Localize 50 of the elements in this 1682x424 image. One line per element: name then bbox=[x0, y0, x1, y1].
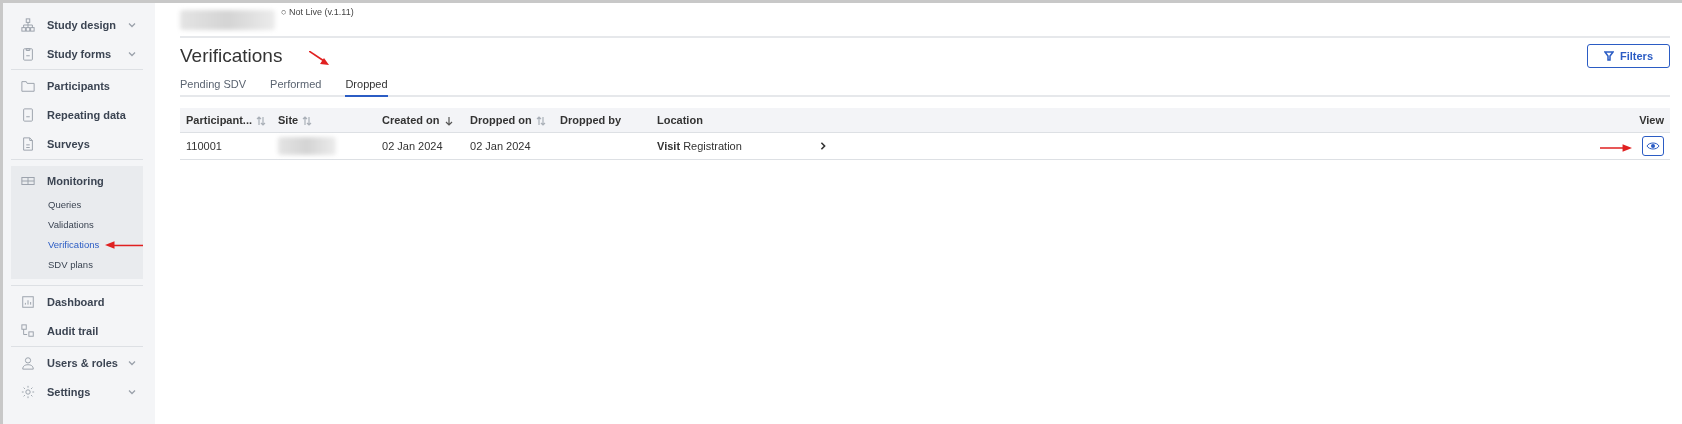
chevron-right-icon[interactable] bbox=[819, 142, 828, 150]
page-icon bbox=[21, 136, 35, 151]
sort-descending-icon[interactable] bbox=[443, 116, 454, 127]
tab[interactable]: Pending SDV bbox=[180, 74, 247, 97]
view-button[interactable] bbox=[1642, 136, 1664, 156]
sidebar-item[interactable]: Study design bbox=[11, 10, 143, 39]
sidebar-item[interactable]: Settings bbox=[11, 377, 143, 406]
column-header: Location bbox=[651, 108, 814, 133]
tab[interactable]: Dropped bbox=[345, 74, 388, 97]
user-icon bbox=[21, 355, 35, 370]
sidebar-item[interactable]: Users & roles bbox=[11, 348, 143, 377]
sidebar-item[interactable]: Repeating data bbox=[11, 100, 143, 129]
filters-button[interactable]: Filters bbox=[1587, 44, 1670, 68]
table-cell: 02 Jan 2024 bbox=[376, 132, 465, 160]
sidebar-item[interactable]: Audit trail bbox=[11, 316, 143, 345]
tab[interactable]: Performed bbox=[270, 74, 322, 97]
sidebar-item[interactable]: Surveys bbox=[11, 129, 143, 158]
annotation-arrow-icon bbox=[309, 51, 329, 65]
sidebar-subitem[interactable]: Verifications bbox=[11, 235, 143, 255]
sidebar-subitem[interactable]: SDV plans bbox=[11, 255, 143, 275]
annotation-arrow-icon bbox=[105, 240, 144, 251]
sidebar-subitem[interactable]: Validations bbox=[11, 215, 143, 235]
document-icon bbox=[21, 107, 35, 122]
table-cell: 02 Jan 2024 bbox=[464, 132, 555, 160]
sidebar-item[interactable]: Study forms bbox=[11, 39, 143, 68]
audit-icon bbox=[21, 323, 35, 338]
column-header: Dropped on bbox=[464, 108, 555, 133]
sidebar-item[interactable]: Monitoring bbox=[11, 166, 143, 195]
hierarchy-icon bbox=[21, 17, 35, 32]
sidebar-subitem[interactable]: Queries bbox=[11, 195, 143, 215]
sidebar-item[interactable]: Dashboard bbox=[11, 287, 143, 316]
page-title: Verifications bbox=[180, 45, 283, 67]
column-header: View bbox=[991, 108, 1670, 133]
location-name: Registration bbox=[683, 140, 742, 152]
folder-icon bbox=[21, 78, 35, 93]
sidebar-item[interactable]: Participants bbox=[11, 71, 143, 100]
column-header: Site bbox=[272, 108, 377, 133]
table-cell: 110001 bbox=[180, 132, 273, 160]
column-header: Created on bbox=[376, 108, 465, 133]
study-status: ○ Not Live (v.1.11) bbox=[281, 7, 354, 17]
column-header: Participant... bbox=[180, 108, 273, 133]
location-type: Visit bbox=[657, 140, 681, 152]
column-header: Dropped by bbox=[554, 108, 652, 133]
clipboard-icon bbox=[21, 46, 35, 61]
blurred-site bbox=[278, 137, 337, 155]
filter-icon bbox=[1604, 51, 1614, 61]
settings-icon bbox=[21, 384, 35, 399]
chart-icon bbox=[21, 294, 35, 309]
eye-icon bbox=[1646, 141, 1660, 151]
annotation-arrow-icon bbox=[1600, 143, 1632, 154]
